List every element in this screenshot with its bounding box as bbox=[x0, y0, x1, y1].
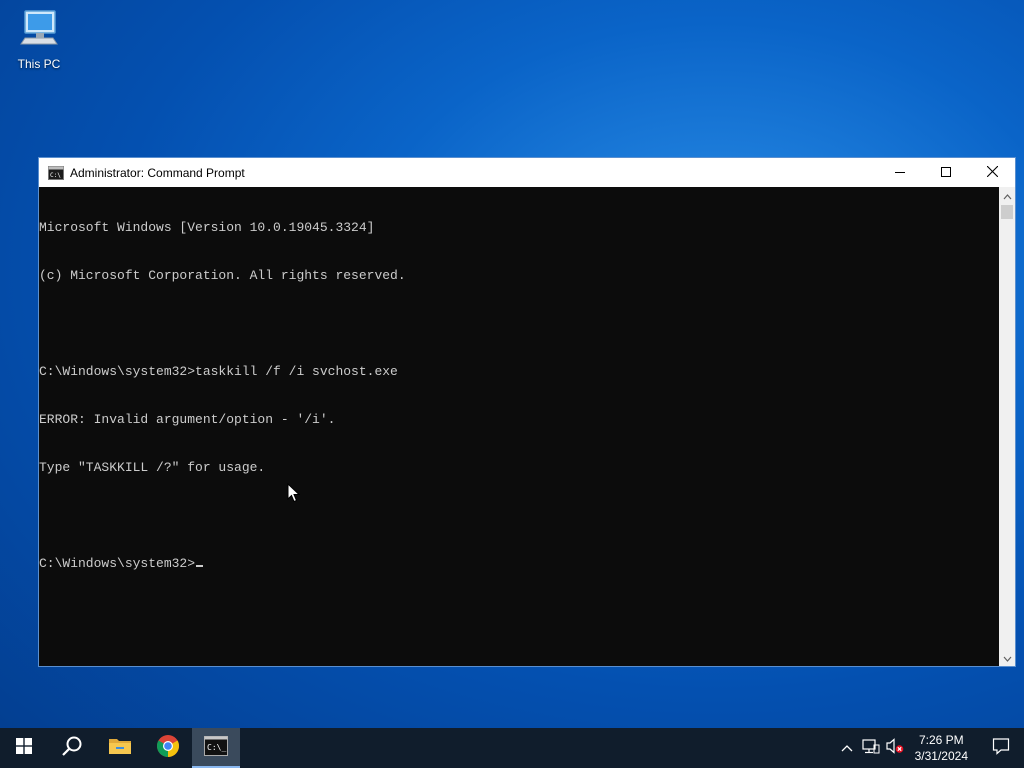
window-title: Administrator: Command Prompt bbox=[70, 165, 245, 180]
console-line: (c) Microsoft Corporation. All rights re… bbox=[39, 268, 406, 283]
chevron-up-icon bbox=[841, 739, 853, 757]
network-icon bbox=[862, 738, 880, 759]
minimize-button[interactable] bbox=[877, 158, 923, 187]
computer-icon bbox=[16, 10, 62, 55]
console-output[interactable]: Microsoft Windows [Version 10.0.19045.33… bbox=[39, 187, 999, 666]
close-icon bbox=[986, 165, 998, 180]
console-line: C:\Windows\system32>taskkill /f /i svcho… bbox=[39, 364, 398, 379]
scroll-thumb[interactable] bbox=[1001, 205, 1013, 219]
file-explorer-button[interactable] bbox=[96, 728, 144, 768]
mouse-pointer-icon bbox=[287, 482, 301, 508]
console-line: Type "TASKKILL /?" for usage. bbox=[39, 460, 266, 475]
show-hidden-icons-button[interactable] bbox=[835, 728, 859, 768]
command-prompt-taskbar-button[interactable]: C:\_ bbox=[192, 728, 240, 768]
clock-time: 7:26 PM bbox=[918, 733, 964, 747]
file-explorer-icon bbox=[108, 736, 132, 761]
volume-button[interactable] bbox=[883, 728, 907, 768]
svg-text:C:\_: C:\_ bbox=[207, 743, 226, 752]
command-prompt-window[interactable]: C:\ Administrator: Command Prompt Micros… bbox=[38, 157, 1016, 667]
minimize-icon bbox=[895, 166, 905, 180]
console-line: ERROR: Invalid argument/option - '/i'. bbox=[39, 412, 336, 427]
scroll-down-button[interactable] bbox=[999, 649, 1015, 666]
maximize-icon bbox=[941, 166, 951, 180]
command-prompt-icon: C:\_ bbox=[204, 735, 228, 761]
svg-text:C:\: C:\ bbox=[50, 172, 61, 179]
console-prompt-line[interactable]: C:\Windows\system32> bbox=[39, 556, 999, 572]
desktop-icon-this-pc[interactable]: This PC bbox=[8, 8, 70, 71]
notification-icon bbox=[992, 737, 1010, 760]
scroll-up-button[interactable] bbox=[999, 187, 1015, 204]
taskbar-clock[interactable]: 7:26 PM 3/31/2024 bbox=[907, 732, 978, 764]
command-prompt-icon: C:\ bbox=[48, 165, 64, 180]
clock-date: 3/31/2024 bbox=[914, 749, 968, 763]
search-button[interactable] bbox=[48, 728, 96, 768]
action-center-button[interactable] bbox=[978, 728, 1024, 768]
chevron-down-icon bbox=[1003, 649, 1012, 667]
chevron-up-icon bbox=[1003, 187, 1012, 205]
chrome-icon bbox=[156, 734, 180, 763]
network-button[interactable] bbox=[859, 728, 883, 768]
start-button[interactable] bbox=[0, 728, 48, 768]
search-icon bbox=[61, 735, 83, 762]
desktop-icon-label: This PC bbox=[17, 57, 61, 71]
taskbar: C:\_ 7:26 PM 3/31/2024 bbox=[0, 728, 1024, 768]
volume-muted-icon bbox=[886, 737, 904, 759]
console-line: Microsoft Windows [Version 10.0.19045.33… bbox=[39, 220, 375, 235]
text-cursor bbox=[196, 565, 204, 567]
console-prompt: C:\Windows\system32> bbox=[39, 556, 196, 571]
system-tray: 7:26 PM 3/31/2024 bbox=[835, 728, 1024, 768]
vertical-scrollbar[interactable] bbox=[999, 187, 1015, 666]
close-button[interactable] bbox=[969, 158, 1015, 187]
windows-start-icon bbox=[16, 737, 32, 759]
window-titlebar[interactable]: C:\ Administrator: Command Prompt bbox=[39, 158, 1015, 187]
maximize-button[interactable] bbox=[923, 158, 969, 187]
chrome-button[interactable] bbox=[144, 728, 192, 768]
